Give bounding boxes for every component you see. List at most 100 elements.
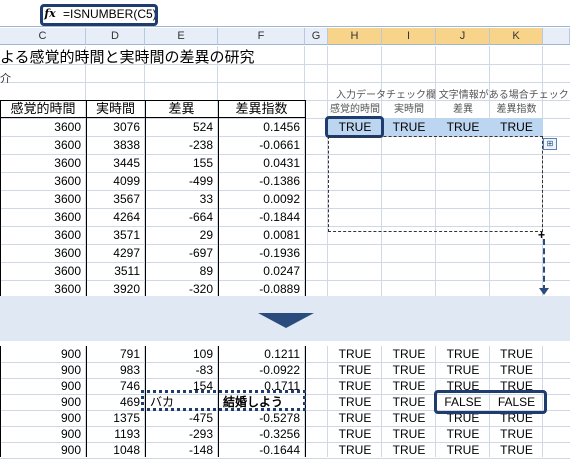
data-cell[interactable]: 3600 xyxy=(0,209,81,225)
data-cell[interactable]: 469 xyxy=(86,394,140,410)
data-cell[interactable]: 3076 xyxy=(86,119,140,135)
check-header-2[interactable]: 差異 xyxy=(436,102,490,118)
check-cell[interactable]: TRUE xyxy=(490,346,543,362)
data-cell[interactable]: 900 xyxy=(0,378,81,394)
check-cell[interactable]: TRUE xyxy=(382,346,436,362)
column-header-e[interactable]: E xyxy=(145,28,218,45)
data-cell[interactable]: 983 xyxy=(86,362,140,378)
data-cell[interactable]: 900 xyxy=(0,394,81,410)
check-cell[interactable]: TRUE xyxy=(328,362,382,378)
column-header-f[interactable]: F xyxy=(218,28,305,45)
data-cell[interactable]: 3567 xyxy=(86,191,140,207)
data-cell[interactable]: -83 xyxy=(145,362,213,378)
data-cell[interactable]: 3600 xyxy=(0,173,81,189)
check-cell[interactable]: TRUE xyxy=(382,394,436,410)
check-header-3[interactable]: 差異指数 xyxy=(490,102,543,118)
data-cell[interactable]: 4099 xyxy=(86,173,140,189)
data-cell[interactable]: -0.5278 xyxy=(218,410,300,426)
data-cell[interactable]: -148 xyxy=(145,442,213,458)
data-cell[interactable]: -697 xyxy=(145,245,213,261)
data-cell[interactable]: 33 xyxy=(145,191,213,207)
check-cell[interactable]: TRUE xyxy=(436,442,490,458)
sheet-subtitle[interactable]: 介 xyxy=(0,71,11,87)
check-cell[interactable]: TRUE xyxy=(436,426,490,442)
data-cell[interactable]: 900 xyxy=(0,410,81,426)
data-cell[interactable]: 791 xyxy=(86,346,140,362)
check-cell[interactable]: TRUE xyxy=(328,394,382,410)
data-cell[interactable]: 109 xyxy=(145,346,213,362)
data-cell[interactable]: 3600 xyxy=(0,155,81,171)
data-cell[interactable]: 524 xyxy=(145,119,213,135)
check-cell[interactable]: TRUE xyxy=(436,362,490,378)
data-cell[interactable]: 3600 xyxy=(0,263,81,279)
data-cell[interactable]: 0.1456 xyxy=(218,119,300,135)
data-cell[interactable]: -0.0889 xyxy=(218,281,300,297)
data-cell[interactable]: 0.0247 xyxy=(218,263,300,279)
data-cell[interactable]: 3445 xyxy=(86,155,140,171)
check-cell[interactable]: TRUE xyxy=(382,410,436,426)
data-cell[interactable]: 3838 xyxy=(86,137,140,153)
data-cell[interactable]: 155 xyxy=(145,155,213,171)
data-cell[interactable]: 4297 xyxy=(86,245,140,261)
data-cell[interactable]: -0.3256 xyxy=(218,426,300,442)
data-cell[interactable]: -0.1644 xyxy=(218,442,300,458)
data-cell[interactable]: -0.0661 xyxy=(218,137,300,153)
data-cell[interactable]: 1375 xyxy=(86,410,140,426)
data-cell[interactable]: 3600 xyxy=(0,119,81,135)
column-header-g[interactable]: G xyxy=(305,28,328,45)
check-cell[interactable]: TRUE xyxy=(490,426,543,442)
data-cell[interactable]: -0.1936 xyxy=(218,245,300,261)
check-cell[interactable]: TRUE xyxy=(328,410,382,426)
data-cell[interactable]: -293 xyxy=(145,426,213,442)
data-cell[interactable]: -475 xyxy=(145,410,213,426)
check-cell[interactable]: TRUE xyxy=(382,119,436,135)
data-cell[interactable]: 1048 xyxy=(86,442,140,458)
column-header-k[interactable]: K xyxy=(490,28,543,45)
data-cell[interactable]: 900 xyxy=(0,362,81,378)
check-cell[interactable]: TRUE xyxy=(490,442,543,458)
data-cell[interactable]: 746 xyxy=(86,378,140,394)
check-cell[interactable]: TRUE xyxy=(490,362,543,378)
check-cell[interactable]: TRUE xyxy=(328,346,382,362)
column-header-h[interactable]: H xyxy=(328,28,382,45)
data-cell[interactable]: 900 xyxy=(0,442,81,458)
check-cell[interactable]: TRUE xyxy=(382,442,436,458)
column-header-i[interactable]: I xyxy=(382,28,436,45)
check-cell[interactable]: TRUE xyxy=(436,346,490,362)
data-cell[interactable]: 3600 xyxy=(0,245,81,261)
column-header-c[interactable]: C xyxy=(0,28,86,45)
data-cell[interactable]: -664 xyxy=(145,209,213,225)
data-cell[interactable]: 0.0081 xyxy=(218,227,300,243)
data-cell[interactable]: 3571 xyxy=(86,227,140,243)
data-cell[interactable]: -0.1386 xyxy=(218,173,300,189)
data-cell[interactable]: 3600 xyxy=(0,281,81,297)
data-cell[interactable]: -320 xyxy=(145,281,213,297)
data-cell[interactable]: 900 xyxy=(0,426,81,442)
data-cell[interactable]: 3920 xyxy=(86,281,140,297)
data-cell[interactable]: -499 xyxy=(145,173,213,189)
data-cell[interactable]: 3600 xyxy=(0,227,81,243)
data-cell[interactable]: -0.0922 xyxy=(218,362,300,378)
check-header-1[interactable]: 実時間 xyxy=(382,102,436,118)
sheet-title[interactable]: よる感覚的時間と実時間の差異の研究 xyxy=(0,48,255,68)
data-cell[interactable]: 0.0092 xyxy=(218,191,300,207)
data-cell[interactable]: -238 xyxy=(145,137,213,153)
column-header-j[interactable]: J xyxy=(436,28,490,45)
data-cell[interactable]: 89 xyxy=(145,263,213,279)
autofill-options-icon[interactable]: ⊞ xyxy=(543,138,557,150)
data-cell[interactable]: 1193 xyxy=(86,426,140,442)
check-cell[interactable]: TRUE xyxy=(436,119,490,135)
data-cell[interactable]: 900 xyxy=(0,346,81,362)
data-cell[interactable]: 0.0431 xyxy=(218,155,300,171)
check-cell[interactable]: TRUE xyxy=(382,426,436,442)
check-cell[interactable]: TRUE xyxy=(328,426,382,442)
fill-handle-cursor-icon[interactable]: + xyxy=(538,229,546,241)
data-cell[interactable]: 4264 xyxy=(86,209,140,225)
data-cell[interactable]: 3511 xyxy=(86,263,140,279)
check-cell[interactable]: TRUE xyxy=(328,442,382,458)
check-cell[interactable]: TRUE xyxy=(382,378,436,394)
column-header-d[interactable]: D xyxy=(86,28,145,45)
data-cell[interactable]: 29 xyxy=(145,227,213,243)
data-cell[interactable]: 0.1211 xyxy=(218,346,300,362)
data-cell[interactable]: 3600 xyxy=(0,137,81,153)
